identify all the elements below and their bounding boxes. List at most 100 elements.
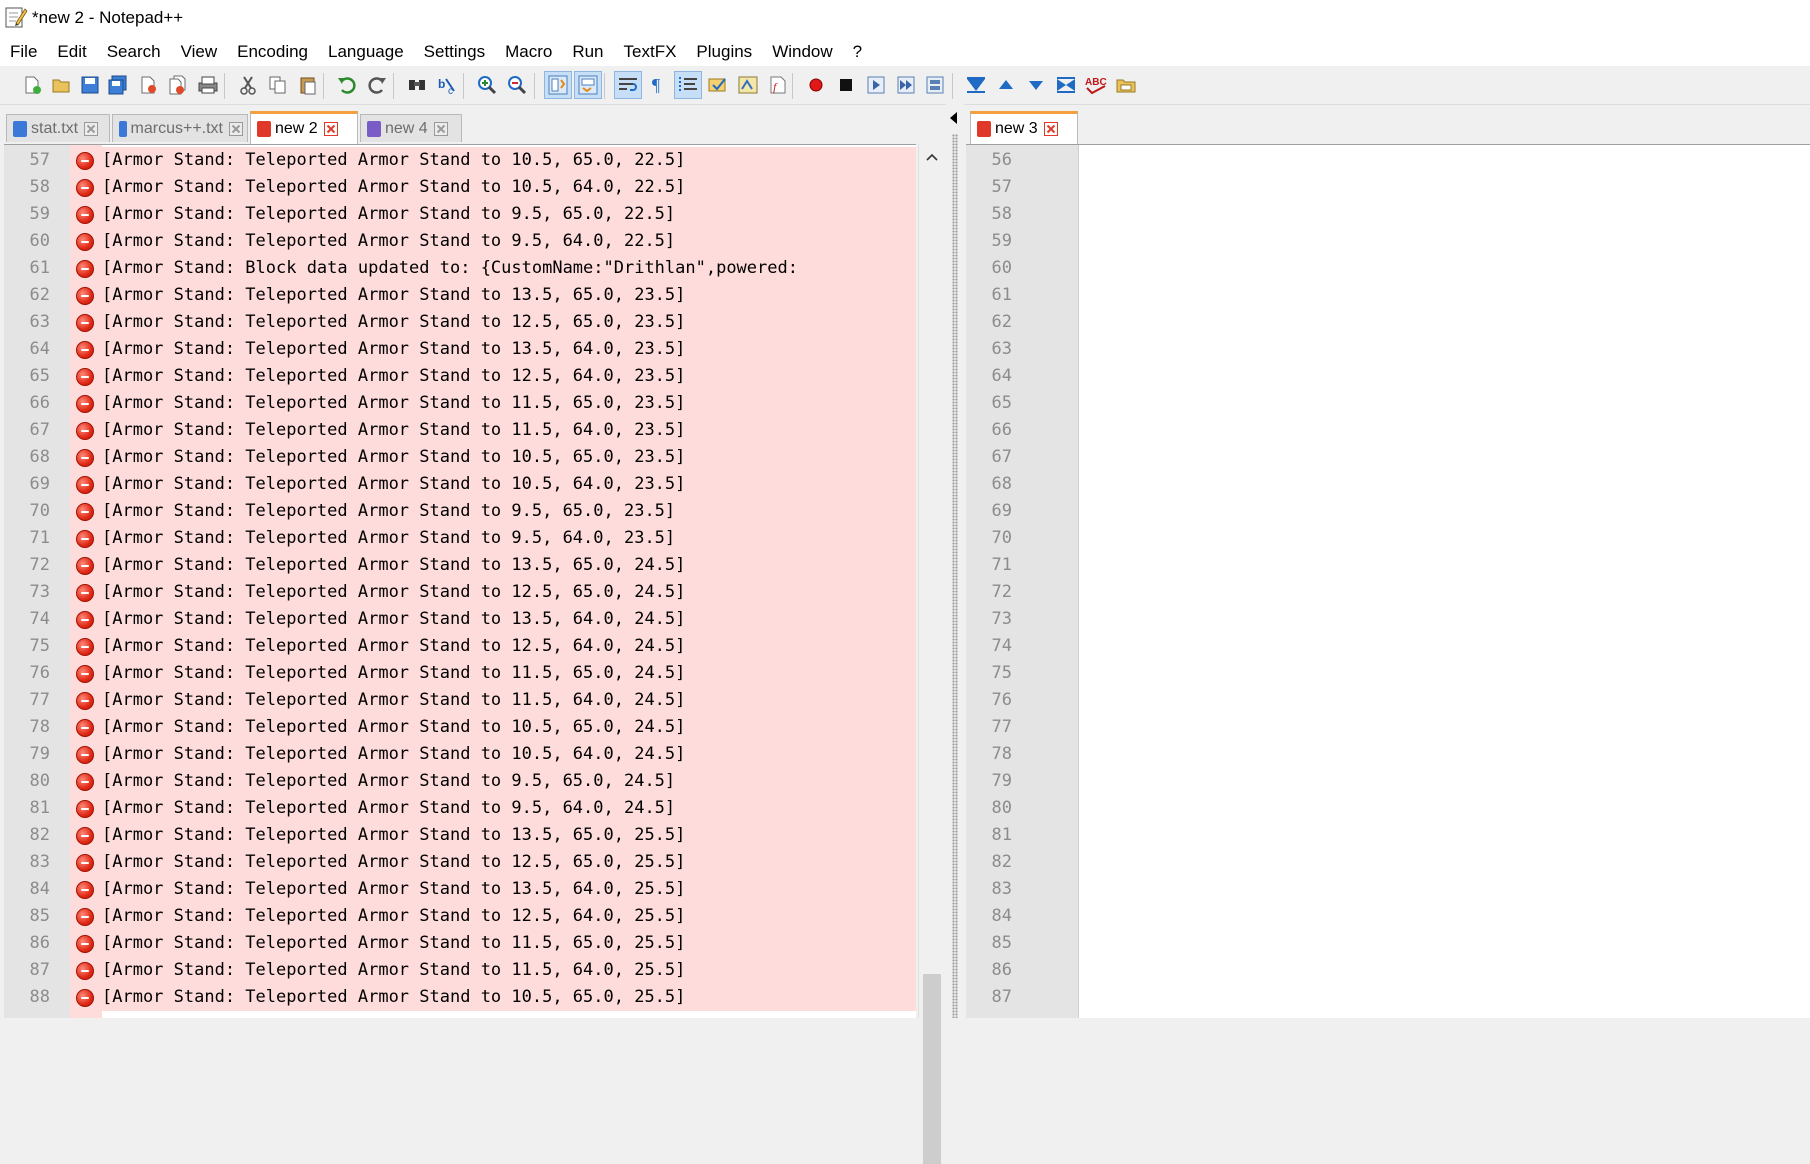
bookmark-icon[interactable] bbox=[76, 422, 94, 440]
find-button[interactable] bbox=[403, 71, 431, 99]
menu-language[interactable]: Language bbox=[318, 38, 414, 66]
code-line[interactable]: [Armor Stand: Teleported Armor Stand to … bbox=[102, 312, 685, 332]
bookmark-icon[interactable] bbox=[76, 341, 94, 359]
undo-button[interactable] bbox=[333, 71, 361, 99]
save-all-button[interactable] bbox=[104, 71, 132, 99]
bookmark-icon[interactable] bbox=[76, 962, 94, 980]
save-button[interactable] bbox=[76, 71, 104, 99]
tab-list-button[interactable] bbox=[962, 71, 990, 99]
paste-button[interactable] bbox=[294, 71, 322, 99]
code-line[interactable]: [Armor Stand: Teleported Armor Stand to … bbox=[102, 663, 685, 683]
bookmark-icon[interactable] bbox=[76, 503, 94, 521]
bookmark-icon[interactable] bbox=[76, 287, 94, 305]
bookmark-icon[interactable] bbox=[76, 665, 94, 683]
open-file-button[interactable] bbox=[48, 71, 76, 99]
bookmark-icon[interactable] bbox=[76, 449, 94, 467]
bookmark-icon[interactable] bbox=[76, 773, 94, 791]
bookmark-icon[interactable] bbox=[76, 368, 94, 386]
menu-settings[interactable]: Settings bbox=[414, 38, 495, 66]
menu-encoding[interactable]: Encoding bbox=[227, 38, 318, 66]
code-line[interactable]: [Armor Stand: Block data updated to: {Cu… bbox=[102, 258, 798, 278]
code-line[interactable]: [Armor Stand: Teleported Armor Stand to … bbox=[102, 798, 675, 818]
code-line[interactable]: [Armor Stand: Teleported Armor Stand to … bbox=[102, 501, 675, 521]
view-splitter[interactable] bbox=[946, 104, 964, 1018]
bookmark-icon[interactable] bbox=[76, 800, 94, 818]
close-tab-icon[interactable] bbox=[84, 121, 99, 136]
menu-search[interactable]: Search bbox=[97, 38, 171, 66]
menu-plugins[interactable]: Plugins bbox=[686, 38, 762, 66]
bookmark-icon[interactable] bbox=[76, 314, 94, 332]
bookmark-icon[interactable] bbox=[76, 935, 94, 953]
splitter-grip[interactable] bbox=[952, 134, 958, 1018]
bookmark-icon[interactable] bbox=[76, 206, 94, 224]
close-button[interactable] bbox=[134, 71, 162, 99]
code-line[interactable]: [Armor Stand: Teleported Armor Stand to … bbox=[102, 420, 685, 440]
menu-window[interactable]: Window bbox=[762, 38, 842, 66]
bookmark-icon[interactable] bbox=[76, 692, 94, 710]
code-line[interactable]: [Armor Stand: Teleported Armor Stand to … bbox=[102, 285, 685, 305]
code-line[interactable]: [Armor Stand: Teleported Armor Stand to … bbox=[102, 339, 685, 359]
new-file-button[interactable] bbox=[18, 71, 46, 99]
replace-button[interactable]: bc bbox=[433, 71, 461, 99]
bookmark-icon[interactable] bbox=[76, 908, 94, 926]
close-tab-icon[interactable] bbox=[229, 121, 243, 136]
bookmark-icon[interactable] bbox=[76, 827, 94, 845]
scroll-thumb[interactable] bbox=[923, 974, 941, 1164]
bookmark-icon[interactable] bbox=[76, 152, 94, 170]
bookmark-icon[interactable] bbox=[76, 881, 94, 899]
code-line[interactable]: [Armor Stand: Teleported Armor Stand to … bbox=[102, 474, 685, 494]
tab-marcus++.txt[interactable]: marcus++.txt bbox=[112, 114, 248, 142]
code-line[interactable]: [Armor Stand: Teleported Armor Stand to … bbox=[102, 582, 685, 602]
code-line[interactable]: [Armor Stand: Teleported Armor Stand to … bbox=[102, 960, 685, 980]
editor-left[interactable]: 57 [Armor Stand: Teleported Armor Stand t… bbox=[4, 144, 916, 1018]
word-wrap-button[interactable] bbox=[614, 71, 642, 99]
function-list-button[interactable]: f bbox=[764, 71, 792, 99]
zoom-out-button[interactable] bbox=[503, 71, 531, 99]
menu-run[interactable]: Run bbox=[562, 38, 613, 66]
tab-stat.txt[interactable]: stat.txt bbox=[6, 114, 110, 142]
bookmark-icon[interactable] bbox=[76, 989, 94, 1007]
user-language-button[interactable] bbox=[704, 71, 732, 99]
code-line[interactable]: [Armor Stand: Teleported Armor Stand to … bbox=[102, 717, 685, 737]
close-tab-icon[interactable] bbox=[1043, 122, 1058, 136]
code-line[interactable]: [Armor Stand: Teleported Armor Stand to … bbox=[102, 987, 685, 1007]
bookmark-icon[interactable] bbox=[76, 638, 94, 656]
bookmark-icon[interactable] bbox=[76, 719, 94, 737]
folder-button[interactable] bbox=[1112, 71, 1140, 99]
bookmark-margin[interactable] bbox=[1058, 145, 1079, 1018]
code-line[interactable]: [Armor Stand: Teleported Armor Stand to … bbox=[102, 555, 685, 575]
bookmark-icon[interactable] bbox=[76, 476, 94, 494]
tab-new-4[interactable]: new 4 bbox=[360, 114, 462, 142]
code-line[interactable]: [Armor Stand: Teleported Armor Stand to … bbox=[102, 528, 675, 548]
bookmark-icon[interactable] bbox=[76, 233, 94, 251]
code-line[interactable]: [Armor Stand: Teleported Armor Stand to … bbox=[102, 609, 685, 629]
bookmark-icon[interactable] bbox=[76, 530, 94, 548]
scroll-up-arrow-icon[interactable] bbox=[919, 144, 945, 170]
close-tab-icon[interactable] bbox=[433, 121, 448, 136]
code-line[interactable]: [Armor Stand: Teleported Armor Stand to … bbox=[102, 447, 685, 467]
play-macro-button[interactable] bbox=[862, 71, 890, 99]
tab-new-2[interactable]: new 2 bbox=[250, 111, 358, 144]
code-line[interactable]: [Armor Stand: Teleported Armor Stand to … bbox=[102, 393, 685, 413]
bookmark-icon[interactable] bbox=[76, 179, 94, 197]
bookmark-icon[interactable] bbox=[76, 746, 94, 764]
cut-button[interactable] bbox=[234, 71, 262, 99]
zoom-in-button[interactable] bbox=[473, 71, 501, 99]
menu-file[interactable]: File bbox=[0, 38, 47, 66]
bookmark-icon[interactable] bbox=[76, 611, 94, 629]
close-all-button[interactable] bbox=[164, 71, 192, 99]
editor-right[interactable]: 56 57 58 59 60 61 62 63 64 65 66 67 68 69 70 71 72 73 74 75… bbox=[966, 144, 1810, 1018]
code-line[interactable]: [Armor Stand: Teleported Armor Stand to … bbox=[102, 177, 685, 197]
close-tab-icon[interactable] bbox=[323, 122, 338, 136]
record-macro-button[interactable] bbox=[802, 71, 830, 99]
redo-button[interactable] bbox=[363, 71, 391, 99]
run-macro-multiple-button[interactable] bbox=[892, 71, 920, 99]
code-line[interactable]: [Armor Stand: Teleported Armor Stand to … bbox=[102, 933, 685, 953]
menu-edit[interactable]: Edit bbox=[47, 38, 96, 66]
indent-guide-button[interactable] bbox=[674, 71, 702, 99]
code-line[interactable]: [Armor Stand: Teleported Armor Stand to … bbox=[102, 744, 685, 764]
code-line[interactable]: [Armor Stand: Teleported Armor Stand to … bbox=[102, 366, 685, 386]
sync-vertical-button[interactable] bbox=[544, 71, 572, 99]
bookmark-icon[interactable] bbox=[76, 395, 94, 413]
arrow-down-button[interactable] bbox=[1022, 71, 1050, 99]
